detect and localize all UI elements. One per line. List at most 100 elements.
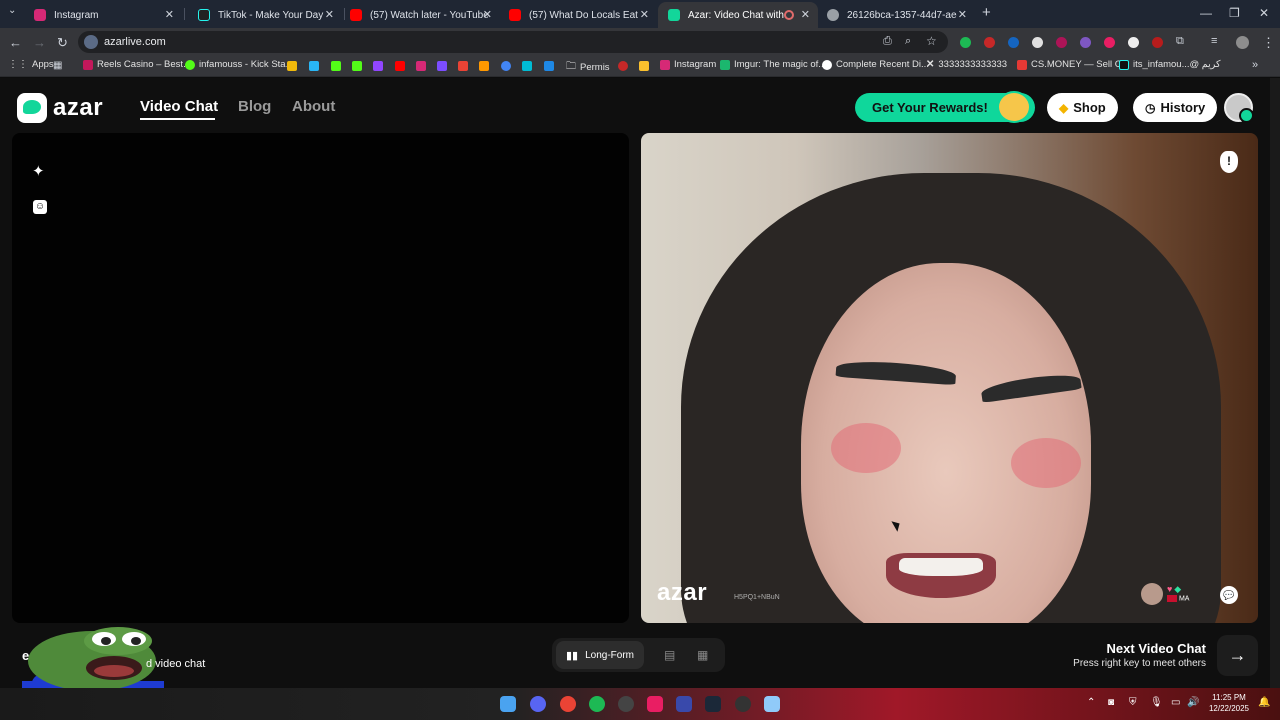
get-rewards-button[interactable]: Get Your Rewards! (855, 91, 1035, 123)
bookmark-github[interactable]: Complete Recent Di... (822, 59, 929, 70)
app-icon[interactable] (735, 696, 751, 712)
binance-icon[interactable] (287, 61, 297, 71)
menu-kebab-icon[interactable]: ⋮ (1262, 35, 1275, 51)
bookmark-kick[interactable]: infamouss - Kick Sta... (185, 59, 294, 70)
tab-groups-icon[interactable]: ▦ (53, 60, 62, 71)
url-text[interactable]: azarlive.com (104, 36, 166, 48)
discord-icon[interactable] (530, 696, 546, 712)
profile-avatar-icon[interactable] (1236, 36, 1249, 49)
kick-icon[interactable] (352, 61, 362, 71)
new-tab-button[interactable]: + (982, 4, 991, 21)
extension-icon[interactable] (1104, 37, 1115, 48)
extension-icon[interactable] (984, 37, 995, 48)
omnibox[interactable]: azarlive.com ⎙ ⌕ ☆ (78, 31, 948, 53)
bookmark-icon[interactable] (437, 61, 447, 71)
close-icon[interactable]: ✕ (483, 8, 492, 21)
minimize-button[interactable]: — (1200, 6, 1212, 20)
maximize-button[interactable]: ❐ (1229, 6, 1240, 20)
extension-icon[interactable] (1080, 37, 1091, 48)
grid-layout-icon[interactable]: ▦ (697, 648, 708, 662)
tab-tiktok[interactable]: TikTok - Make Your Day ✕ (188, 2, 342, 28)
bookmark-reels-casino[interactable]: Reels Casino – Best... (83, 59, 191, 70)
extension-icon[interactable] (1008, 37, 1019, 48)
bookmark-instagram[interactable]: Instagram (660, 59, 716, 70)
extension-icon[interactable] (1128, 37, 1139, 48)
tab-azar[interactable]: Azar: Video Chat with New ✕ (658, 2, 818, 28)
close-icon[interactable]: ✕ (165, 8, 174, 21)
network-icon[interactable]: ▭ (1171, 697, 1180, 708)
bookmark-imgur[interactable]: Imgur: The magic of... (720, 59, 826, 70)
chrome-icon[interactable] (560, 696, 576, 712)
bookmark-icon[interactable] (309, 61, 319, 71)
stacked-layout-icon[interactable]: ▤ (664, 648, 675, 662)
site-info-icon[interactable] (84, 35, 98, 49)
twitch-icon[interactable] (373, 61, 383, 71)
gmail-icon[interactable] (458, 61, 468, 71)
discord-tray-icon[interactable]: ◙ (1108, 697, 1114, 708)
tab-youtube-locals[interactable]: (57) What Do Locals Eat in Mon ✕ (499, 2, 657, 28)
bookmark-tiktok[interactable]: its_infamou...@ كريم (1119, 59, 1221, 70)
close-window-button[interactable]: ✕ (1259, 6, 1269, 20)
tab-youtube-watch-later[interactable]: (57) Watch later - YouTube ✕ (340, 2, 500, 28)
windows-start-icon[interactable] (500, 696, 516, 712)
bookmark-icon[interactable] (618, 61, 628, 71)
report-button[interactable]: ! (1220, 151, 1238, 173)
extension-icon[interactable] (1056, 37, 1067, 48)
volume-icon[interactable]: 🔊 (1187, 697, 1199, 708)
sparkle-effects-icon[interactable]: ✦ (32, 162, 45, 180)
shop-button[interactable]: ◆ Shop (1047, 93, 1118, 122)
tab-instagram[interactable]: Instagram ✕ (24, 2, 182, 28)
bookmark-folder-permis[interactable]: 🗀 Permis (566, 59, 610, 76)
back-icon[interactable]: ← (9, 35, 22, 50)
bookmark-apps[interactable]: ⋮⋮ Apps (8, 59, 54, 70)
reload-icon[interactable]: ↻ (57, 35, 68, 51)
forward-icon[interactable]: → (33, 35, 46, 50)
bookmark-icon[interactable] (501, 61, 511, 71)
history-button[interactable]: ◷ History (1133, 93, 1218, 122)
bookmark-icon[interactable] (544, 61, 554, 71)
notification-bell-icon[interactable]: 🔔 (1258, 697, 1270, 708)
tab-search-icon[interactable]: ⌄ (8, 5, 16, 16)
kick-icon[interactable] (331, 61, 341, 71)
zoom-icon[interactable]: ⌕ (905, 35, 911, 48)
azar-logo[interactable]: azar (17, 93, 103, 123)
spotify-icon[interactable] (589, 696, 605, 712)
bookmark-x[interactable]: ✕ 3333333333333 (926, 59, 1007, 70)
install-icon[interactable]: ⎙ (883, 35, 892, 48)
mode-long-form[interactable]: ▮▮ Long-Form (556, 641, 644, 669)
bookmark-icon[interactable] (522, 61, 532, 71)
youtube-icon[interactable] (395, 61, 405, 71)
app-icon[interactable] (764, 696, 780, 712)
extension-icon[interactable] (1032, 37, 1043, 48)
system-clock[interactable]: 11:25 PM 12/22/2025 (1204, 692, 1254, 714)
tray-app-icon[interactable]: ⛨ (1129, 697, 1137, 708)
tray-overflow-icon[interactable]: ⌃ (1087, 697, 1095, 708)
bookmark-icon[interactable] (479, 61, 489, 71)
microphone-icon[interactable]: 🎙 (1150, 697, 1163, 708)
close-icon[interactable]: ✕ (640, 8, 649, 21)
close-icon[interactable]: ✕ (801, 8, 810, 21)
user-avatar[interactable] (1224, 93, 1254, 123)
more-bookmarks-icon[interactable]: » (1252, 59, 1258, 71)
nav-about[interactable]: About (292, 98, 335, 115)
media-control-icon[interactable]: ≡ (1211, 35, 1217, 47)
face-filter-icon[interactable]: ☺ (33, 200, 47, 214)
chat-button[interactable]: 💬 (1220, 586, 1238, 604)
bookmark-star-icon[interactable]: ☆ (926, 34, 937, 48)
nav-video-chat[interactable]: Video Chat (140, 98, 218, 115)
steam-icon[interactable] (705, 696, 721, 712)
tab-uuid[interactable]: 26126bca-1357-44d7-aeda-44 ✕ (817, 2, 975, 28)
page-scrollbar[interactable] (1270, 78, 1280, 688)
extension-icon[interactable] (1152, 37, 1163, 48)
chart-icon[interactable] (639, 61, 649, 71)
peer-avatar[interactable] (1141, 583, 1163, 605)
obs-icon[interactable] (618, 696, 634, 712)
instagram-icon[interactable] (416, 61, 426, 71)
close-icon[interactable]: ✕ (325, 8, 334, 21)
nav-blog[interactable]: Blog (238, 98, 271, 115)
next-video-chat-button[interactable]: → (1217, 635, 1258, 676)
extension-icon[interactable] (960, 37, 971, 48)
close-icon[interactable]: ✕ (958, 8, 967, 21)
app-icon[interactable] (676, 696, 692, 712)
extensions-puzzle-icon[interactable]: ⧉ (1176, 35, 1184, 48)
